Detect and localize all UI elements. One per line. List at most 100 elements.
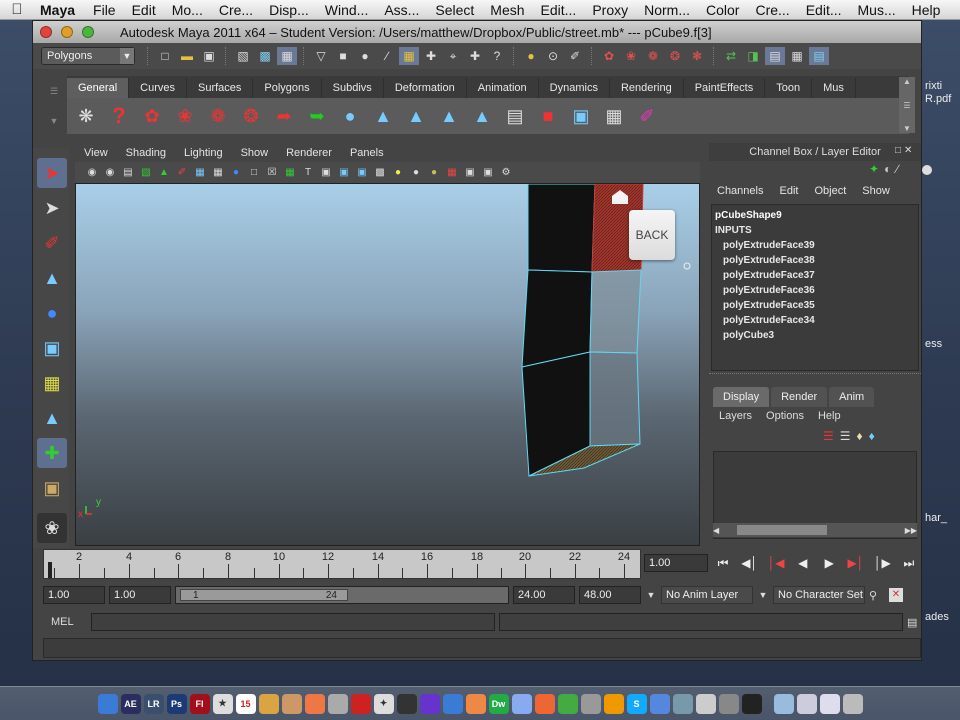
script-editor-icon[interactable]: ▤ xyxy=(907,616,921,629)
nonlinear-icon[interactable]: ▲ xyxy=(469,102,495,130)
menu-app-maya[interactable]: Maya xyxy=(34,2,85,18)
sphere-icon[interactable]: ● xyxy=(337,102,363,130)
input-node[interactable]: polyExtrudeFace36 xyxy=(715,283,915,298)
gate-mask-icon[interactable]: □ xyxy=(247,166,261,180)
select-object-icon[interactable]: ▩ xyxy=(255,47,275,65)
uv-mask-icon[interactable]: ∕ xyxy=(377,47,397,65)
dock-messages-icon[interactable] xyxy=(511,693,532,714)
dock-flash-icon[interactable]: Fl xyxy=(189,693,210,714)
menu-mesh[interactable]: Mesh xyxy=(482,2,532,18)
lattice-icon[interactable]: ▲ xyxy=(436,102,462,130)
film-reel-icon[interactable]: ❋ xyxy=(73,102,99,130)
go-to-start-icon[interactable]: ⏮ xyxy=(713,556,733,571)
current-frame-field[interactable]: 1.00 xyxy=(644,554,708,572)
tab-painteffects[interactable]: PaintEffects xyxy=(684,78,766,98)
input-line-icon[interactable]: ⇄ xyxy=(721,47,741,65)
close-window-button[interactable] xyxy=(40,26,52,38)
wireframe-icon[interactable]: ▣ xyxy=(319,166,333,180)
command-input[interactable] xyxy=(91,613,495,631)
light-tool-icon[interactable]: ▲ xyxy=(370,102,396,130)
menu-create-uvs[interactable]: Cre... xyxy=(747,2,797,18)
move-tool-icon[interactable]: ▲ xyxy=(37,263,67,293)
minimize-window-button[interactable] xyxy=(61,26,73,38)
input-node[interactable]: polyCube3 xyxy=(715,328,915,343)
playback-end-field[interactable]: 24.00 xyxy=(513,586,575,604)
menu-proxy[interactable]: Proxy xyxy=(584,2,636,18)
tab-display[interactable]: Display xyxy=(713,387,770,407)
xray-components-icon[interactable]: ⚙ xyxy=(499,166,513,180)
move-layer-up-icon[interactable]: ☰ xyxy=(823,429,834,447)
menu-file[interactable]: File xyxy=(85,2,124,18)
menu-normals[interactable]: Norm... xyxy=(636,2,698,18)
desktop-file-label[interactable]: ess xyxy=(925,338,942,350)
open-scene-icon[interactable]: ▬ xyxy=(177,47,197,65)
ik-tool-icon[interactable]: ✿ xyxy=(139,102,165,130)
safe-action-icon[interactable]: ▦ xyxy=(283,166,297,180)
dock-documents-icon[interactable] xyxy=(796,693,817,714)
2d-pan-icon[interactable]: ▲ xyxy=(157,166,171,180)
menu-modify[interactable]: Mo... xyxy=(164,2,211,18)
misc-mask-icon[interactable]: ✚ xyxy=(421,47,441,65)
tab-muscle[interactable]: Mus xyxy=(812,78,856,98)
construction-history-icon[interactable]: ✿ xyxy=(599,47,619,65)
textured-icon[interactable]: ▩ xyxy=(373,166,387,180)
new-scene-icon[interactable]: □ xyxy=(155,47,175,65)
tab-subdivs[interactable]: Subdivs xyxy=(322,78,384,98)
dock-app-icon[interactable] xyxy=(580,693,601,714)
step-back-frame-icon[interactable]: ◀│ xyxy=(740,556,760,570)
bookmark-icon[interactable]: ▤ xyxy=(121,166,135,180)
paint-select-tool-icon[interactable]: ✐ xyxy=(37,228,67,258)
viewcube-back-button[interactable]: BACK xyxy=(629,210,675,260)
dock-app-icon[interactable] xyxy=(718,693,739,714)
tab-rendering[interactable]: Rendering xyxy=(610,78,684,98)
range-slider[interactable]: 1 24 xyxy=(175,586,509,604)
render-tool-icon[interactable]: ❂ xyxy=(238,102,264,130)
smooth-shade-icon[interactable]: ▣ xyxy=(337,166,351,180)
dock-downloads-icon[interactable] xyxy=(819,693,840,714)
default-light-icon[interactable]: ● xyxy=(391,166,405,180)
step-back-key-icon[interactable]: │◀ xyxy=(766,556,786,570)
shelf-gear-icon[interactable]: ☰ xyxy=(50,86,58,97)
safe-title-icon[interactable]: T xyxy=(301,166,315,180)
tab-surfaces[interactable]: Surfaces xyxy=(187,78,254,98)
new-empty-layer-icon[interactable]: ♦ xyxy=(857,429,863,447)
desktop-file-label[interactable]: rixti xyxy=(925,80,942,92)
viewport-menu-panels[interactable]: Panels xyxy=(341,147,393,159)
dock-skype-icon[interactable]: S xyxy=(626,693,647,714)
quick-layout-icon[interactable]: ❀ xyxy=(37,513,67,543)
lock-icon[interactable]: ● xyxy=(521,47,541,65)
snap-curve-icon[interactable]: ✚ xyxy=(465,47,485,65)
xray-icon[interactable]: ▣ xyxy=(463,166,477,180)
rotate-tool-icon[interactable]: ● xyxy=(37,298,67,328)
query-icon[interactable]: ? xyxy=(487,47,507,65)
chevron-down-icon[interactable]: ▼ xyxy=(757,590,769,600)
move-layer-down-icon[interactable]: ☰ xyxy=(840,429,851,447)
last-tool-icon[interactable]: ▣ xyxy=(37,473,67,503)
zoom-window-button[interactable] xyxy=(82,26,94,38)
scroll-left-icon[interactable]: ◀ xyxy=(713,526,719,535)
desktop-file-label[interactable]: R.pdf xyxy=(925,93,951,105)
shadows-icon[interactable]: ● xyxy=(427,166,441,180)
scroll-down-icon[interactable]: ▼ xyxy=(903,124,911,133)
grease-pencil-icon[interactable]: ✐ xyxy=(175,166,189,180)
input-node[interactable]: polyExtrudeFace38 xyxy=(715,253,915,268)
dock-lightroom-icon[interactable]: LR xyxy=(143,693,164,714)
float-panel-icon[interactable]: □ xyxy=(895,145,901,159)
dock-app-icon[interactable] xyxy=(695,693,716,714)
tab-curves[interactable]: Curves xyxy=(129,78,187,98)
render-settings-icon[interactable]: ❂ xyxy=(665,47,685,65)
select-hierarchy-icon[interactable]: ▧ xyxy=(233,47,253,65)
menu-select[interactable]: Select xyxy=(427,2,482,18)
panel-divider-handle[interactable] xyxy=(709,373,921,381)
dock-preview-icon[interactable] xyxy=(281,693,302,714)
close-panel-icon[interactable]: ✕ xyxy=(904,145,912,159)
tool-settings-icon[interactable]: ▦ xyxy=(787,47,807,65)
dock-utilities-icon[interactable] xyxy=(773,693,794,714)
dock-photos-icon[interactable] xyxy=(672,693,693,714)
dock-photobooth-icon[interactable] xyxy=(304,693,325,714)
channel-box-menu-channels[interactable]: Channels xyxy=(709,185,771,197)
hypergraph-icon[interactable]: ■ xyxy=(535,102,561,130)
film-gate-icon[interactable]: ▦ xyxy=(211,166,225,180)
viewport-menu-shading[interactable]: Shading xyxy=(117,147,175,159)
menu-color[interactable]: Color xyxy=(698,2,747,18)
